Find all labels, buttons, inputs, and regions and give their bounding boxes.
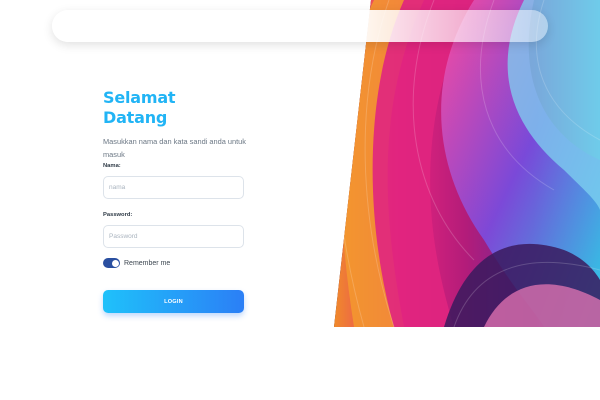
password-label: Password: (103, 212, 133, 218)
name-input[interactable] (103, 176, 244, 199)
remember-me-toggle[interactable] (103, 258, 120, 268)
top-navigation-bar (52, 10, 548, 42)
login-button[interactable]: LOGIN (103, 290, 244, 313)
login-form: Selamat Datang Masukkan nama dan kata sa… (103, 88, 246, 313)
page-title: Selamat Datang (103, 88, 176, 127)
name-label: Nama: (103, 163, 121, 169)
remember-me-label: Remember me (124, 260, 171, 267)
swirl-art (334, 0, 600, 327)
password-input[interactable] (103, 225, 244, 248)
login-subtitle: Masukkan nama dan kata sandi anda untuk … (103, 137, 246, 159)
toggle-switch-icon (111, 259, 119, 267)
decorative-swirl-image (334, 0, 600, 327)
